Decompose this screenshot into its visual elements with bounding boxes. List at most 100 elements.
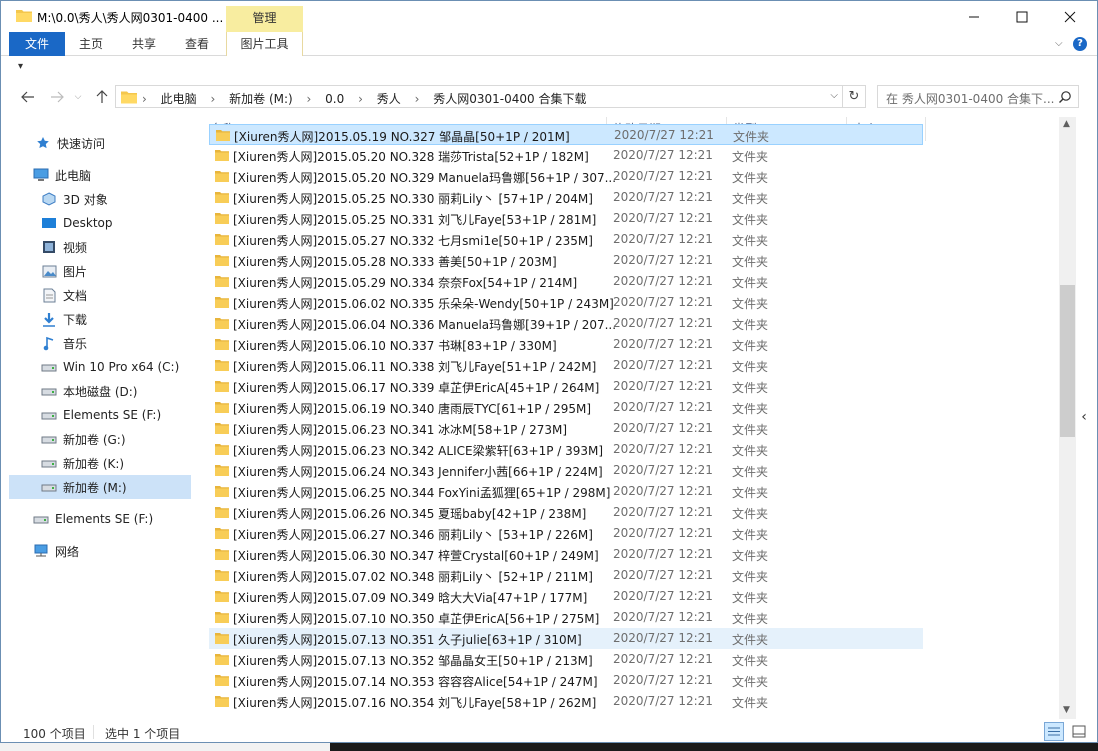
up-button[interactable] bbox=[91, 87, 113, 107]
sidebar-item[interactable]: 视频 bbox=[9, 235, 191, 259]
folder-icon bbox=[215, 612, 229, 623]
minimize-button[interactable] bbox=[951, 1, 997, 32]
scrollbar-thumb[interactable] bbox=[1060, 285, 1075, 437]
tab-picture-tools[interactable]: 图片工具 bbox=[226, 32, 303, 56]
details-view-button[interactable] bbox=[1044, 722, 1064, 741]
search-placeholder: 在 秀人网0301-0400 合集下... bbox=[886, 92, 1055, 106]
table-row[interactable]: [Xiuren秀人网]2015.07.02 NO.348 丽莉Lily丶 [52… bbox=[209, 565, 923, 586]
table-row[interactable]: [Xiuren秀人网]2015.06.04 NO.336 Manuela玛鲁娜[… bbox=[209, 313, 923, 334]
table-row[interactable]: [Xiuren秀人网]2015.06.23 NO.342 ALICE梁紫轩[63… bbox=[209, 439, 923, 460]
scroll-up-icon[interactable]: ▲ bbox=[1063, 119, 1070, 129]
table-row[interactable]: [Xiuren秀人网]2015.06.26 NO.345 夏瑶baby[42+1… bbox=[209, 502, 923, 523]
tab-file[interactable]: 文件 bbox=[9, 32, 65, 56]
sidebar-item[interactable]: Elements SE (F:) bbox=[9, 403, 191, 427]
large-icons-view-button[interactable] bbox=[1069, 722, 1089, 741]
folder-icon bbox=[121, 91, 137, 104]
sidebar-item[interactable]: 3D 对象 bbox=[9, 187, 191, 211]
table-row[interactable]: [Xiuren秀人网]2015.05.29 NO.334 奈奈Fox[54+1P… bbox=[209, 271, 923, 292]
quick-access-toolbar-icon[interactable]: ▾ bbox=[18, 61, 23, 72]
sidebar-item[interactable]: 新加卷 (K:) bbox=[9, 451, 191, 475]
sidebar-item[interactable]: 文档 bbox=[9, 283, 191, 307]
sidebar-item[interactable]: 网络 bbox=[9, 539, 191, 563]
folder-icon bbox=[215, 423, 229, 434]
folder-icon bbox=[215, 255, 229, 266]
breadcrumb-current-folder[interactable]: 秀人网0301-0400 合集下载 bbox=[433, 90, 586, 107]
sidebar-item[interactable]: Win 10 Pro x64 (C:) bbox=[9, 355, 191, 379]
table-row[interactable]: [Xiuren秀人网]2015.06.25 NO.344 FoxYini孟狐狸[… bbox=[209, 481, 923, 502]
folder-icon bbox=[215, 570, 229, 581]
sidebar-item-label: 此电脑 bbox=[55, 168, 92, 183]
desktop-strip bbox=[0, 743, 1098, 751]
file-date: 2020/7/27 12:21 bbox=[613, 232, 713, 246]
table-row[interactable]: [Xiuren秀人网]2015.06.17 NO.339 卓芷伊EricA[45… bbox=[209, 376, 923, 397]
file-type: 文件夹 bbox=[732, 570, 769, 584]
scroll-down-icon[interactable]: ▼ bbox=[1063, 705, 1070, 715]
table-row[interactable]: [Xiuren秀人网]2015.07.13 NO.351 久子julie[63+… bbox=[209, 628, 923, 649]
table-row[interactable]: [Xiuren秀人网]2015.07.16 NO.354 刘飞儿Faye[58+… bbox=[209, 691, 923, 712]
folder-icon bbox=[215, 171, 229, 182]
breadcrumb-drive-m[interactable]: 新加卷 (M:) bbox=[229, 90, 293, 107]
breadcrumb-folder-0-0[interactable]: 0.0 bbox=[325, 92, 344, 106]
sidebar-item[interactable]: 本地磁盘 (D:) bbox=[9, 379, 191, 403]
file-type: 文件夹 bbox=[732, 402, 769, 416]
help-icon[interactable]: ? bbox=[1073, 37, 1087, 51]
sidebar-item-label: 下载 bbox=[63, 312, 88, 327]
preview-pane-toggle-icon[interactable]: ‹ bbox=[1077, 399, 1091, 435]
maximize-button[interactable] bbox=[999, 1, 1045, 32]
search-input[interactable]: 在 秀人网0301-0400 合集下... bbox=[877, 85, 1079, 108]
vertical-scrollbar[interactable]: ▲ ▼ bbox=[1059, 117, 1076, 719]
table-row[interactable]: [Xiuren秀人网]2015.07.10 NO.350 卓芷伊EricA[56… bbox=[209, 607, 923, 628]
tab-share[interactable]: 共享 bbox=[119, 32, 169, 56]
tab-home[interactable]: 主页 bbox=[67, 32, 115, 56]
table-row[interactable]: [Xiuren秀人网]2015.06.30 NO.347 梓萱Crystal[6… bbox=[209, 544, 923, 565]
star-icon bbox=[35, 135, 51, 151]
address-dropdown-icon[interactable]: ⌵ bbox=[830, 90, 838, 101]
status-item-count: 100 个项目 bbox=[23, 727, 86, 741]
table-row[interactable]: [Xiuren秀人网]2015.06.23 NO.341 冰冰M[58+1P /… bbox=[209, 418, 923, 439]
table-row[interactable]: [Xiuren秀人网]2015.05.19 NO.327 邹晶晶[50+1P /… bbox=[209, 124, 923, 145]
table-row[interactable]: [Xiuren秀人网]2015.05.25 NO.331 刘飞儿Faye[53+… bbox=[209, 208, 923, 229]
recent-locations-icon[interactable]: ⌵ bbox=[67, 87, 89, 107]
table-row[interactable]: [Xiuren秀人网]2015.06.19 NO.340 唐雨辰TYC[61+1… bbox=[209, 397, 923, 418]
sidebar-item[interactable]: 新加卷 (M:) bbox=[9, 475, 191, 499]
file-date: 2020/7/27 12:21 bbox=[613, 274, 713, 288]
file-name: [Xiuren秀人网]2015.05.25 NO.330 丽莉Lily丶 [57… bbox=[233, 192, 593, 206]
table-row[interactable]: [Xiuren秀人网]2015.06.27 NO.346 丽莉Lily丶 [53… bbox=[209, 523, 923, 544]
folder-icon bbox=[215, 507, 229, 518]
sidebar-item[interactable]: 下载 bbox=[9, 307, 191, 331]
table-row[interactable]: [Xiuren秀人网]2015.06.02 NO.335 乐朵朵-Wendy[5… bbox=[209, 292, 923, 313]
table-row[interactable]: [Xiuren秀人网]2015.05.20 NO.329 Manuela玛鲁娜[… bbox=[209, 166, 923, 187]
refresh-button[interactable]: ↻ bbox=[843, 85, 866, 108]
back-button[interactable] bbox=[17, 87, 39, 107]
table-row[interactable]: [Xiuren秀人网]2015.05.25 NO.330 丽莉Lily丶 [57… bbox=[209, 187, 923, 208]
table-row[interactable]: [Xiuren秀人网]2015.07.14 NO.353 容容容Alice[54… bbox=[209, 670, 923, 691]
file-name: [Xiuren秀人网]2015.06.10 NO.337 书琳[83+1P / … bbox=[233, 339, 557, 353]
table-row[interactable]: [Xiuren秀人网]2015.06.11 NO.338 刘飞儿Faye[51+… bbox=[209, 355, 923, 376]
table-row[interactable]: [Xiuren秀人网]2015.07.09 NO.349 晗大大Via[47+1… bbox=[209, 586, 923, 607]
table-row[interactable]: [Xiuren秀人网]2015.06.10 NO.337 书琳[83+1P / … bbox=[209, 334, 923, 355]
sidebar-item[interactable]: Desktop bbox=[9, 211, 191, 235]
table-row[interactable]: [Xiuren秀人网]2015.06.24 NO.343 Jennifer小茜[… bbox=[209, 460, 923, 481]
close-button[interactable] bbox=[1047, 1, 1093, 32]
table-row[interactable]: [Xiuren秀人网]2015.05.27 NO.332 七月smi1e[50+… bbox=[209, 229, 923, 250]
forward-button[interactable] bbox=[46, 87, 68, 107]
breadcrumb-this-pc[interactable]: 此电脑 bbox=[161, 90, 197, 107]
sidebar-item[interactable]: Elements SE (F:) bbox=[9, 507, 191, 531]
tab-view[interactable]: 查看 bbox=[173, 32, 221, 56]
file-name: [Xiuren秀人网]2015.05.25 NO.331 刘飞儿Faye[53+… bbox=[233, 213, 597, 227]
sidebar-item[interactable]: 新加卷 (G:) bbox=[9, 427, 191, 451]
sidebar-item[interactable]: 图片 bbox=[9, 259, 191, 283]
file-type: 文件夹 bbox=[732, 150, 769, 164]
ribbon-expand-icon[interactable]: ⌵ bbox=[1055, 38, 1063, 49]
manage-tab[interactable]: 管理 bbox=[226, 6, 303, 32]
sidebar-item[interactable]: 快速访问 bbox=[9, 131, 191, 155]
sidebar-item[interactable]: 音乐 bbox=[9, 331, 191, 355]
file-date: 2020/7/27 12:21 bbox=[613, 190, 713, 204]
sidebar-item[interactable]: 此电脑 bbox=[9, 163, 191, 187]
file-date: 2020/7/27 12:21 bbox=[613, 652, 713, 666]
table-row[interactable]: [Xiuren秀人网]2015.05.20 NO.328 瑞莎Trista[52… bbox=[209, 145, 923, 166]
breadcrumb-folder-xiuren[interactable]: 秀人 bbox=[377, 90, 401, 107]
table-row[interactable]: [Xiuren秀人网]2015.05.28 NO.333 善美[50+1P / … bbox=[209, 250, 923, 271]
table-row[interactable]: [Xiuren秀人网]2015.07.13 NO.352 邹晶晶女王[50+1P… bbox=[209, 649, 923, 670]
address-bar[interactable]: › 此电脑 › 新加卷 (M:) › 0.0 › 秀人 › 秀人网0301-04… bbox=[115, 85, 843, 108]
